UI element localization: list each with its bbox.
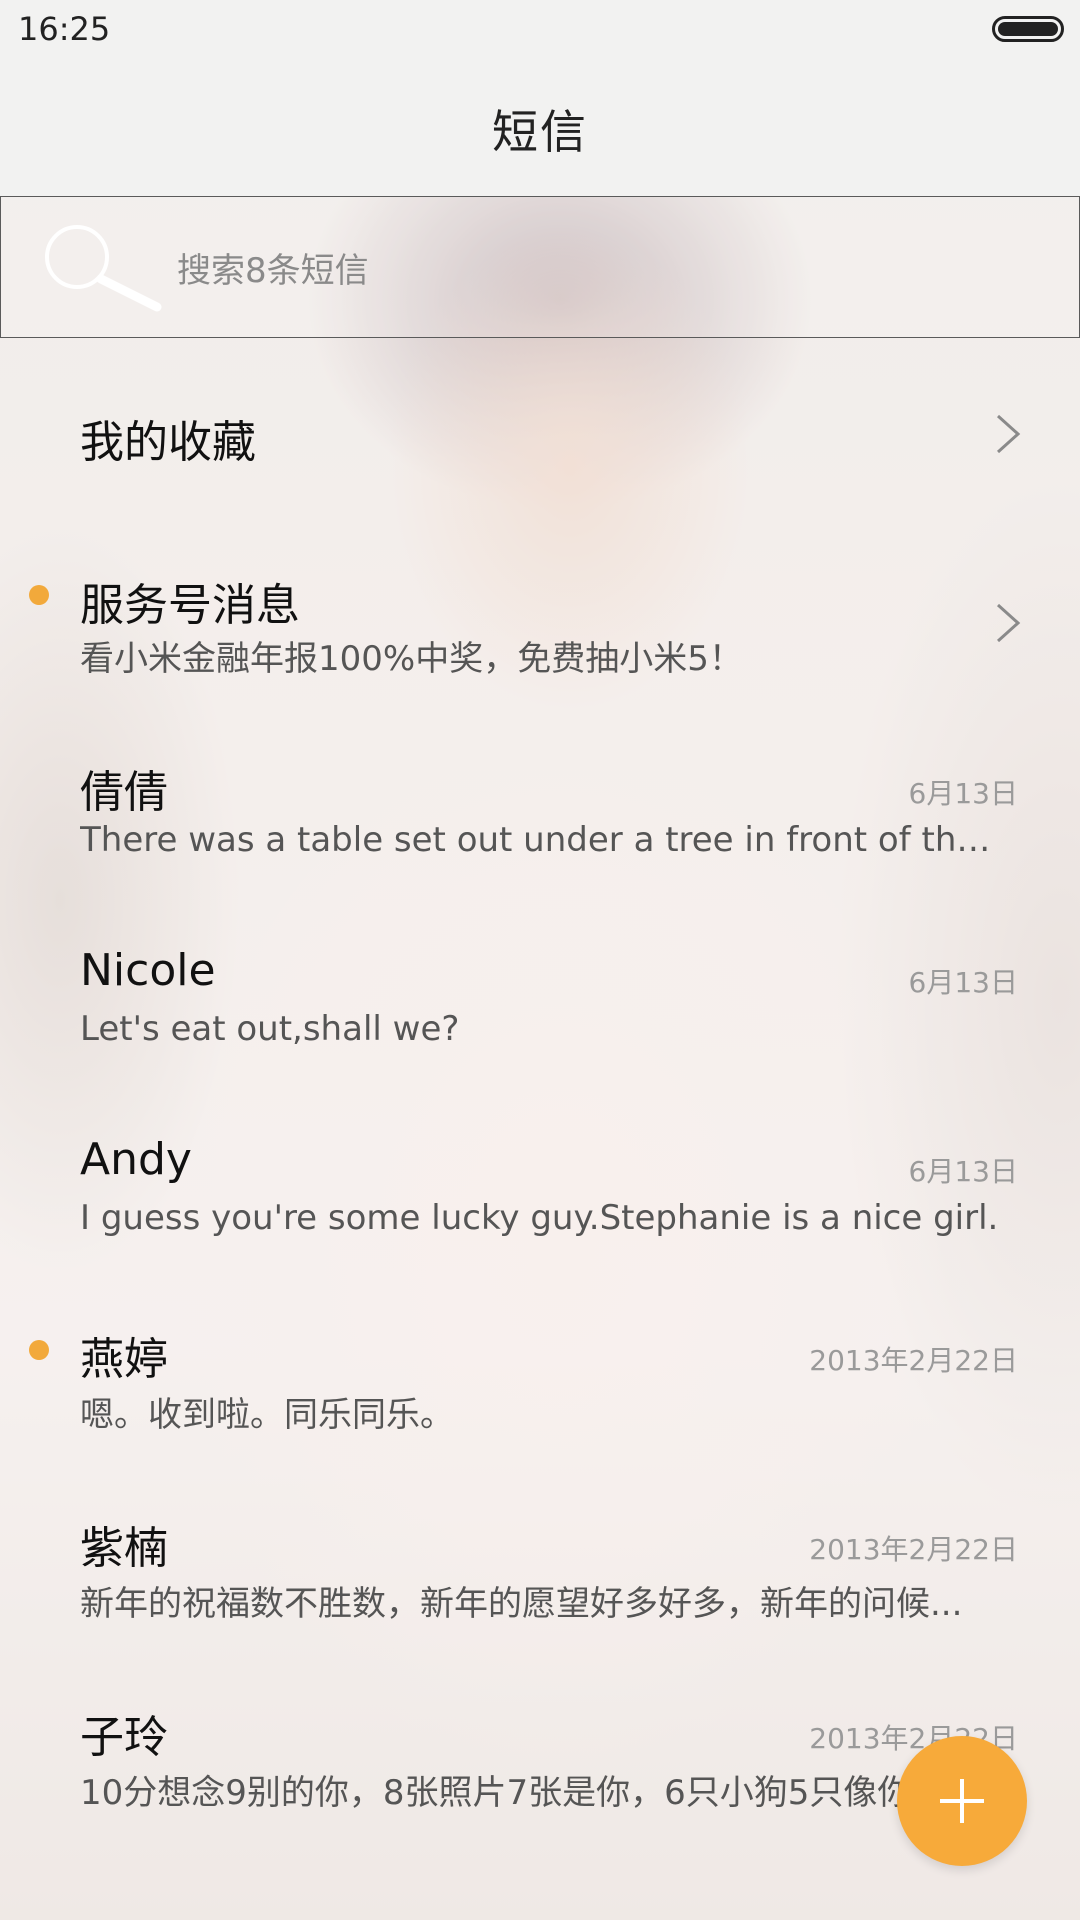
conversation-preview: 看小米金融年报100%中奖，免费抽小米5！ <box>80 639 743 679</box>
conversation-list: 我的收藏 服务号消息 看小米金融年报100%中奖，免费抽小米5！ 倩倩 6月13… <box>0 338 1080 1850</box>
unread-dot <box>29 585 49 605</box>
list-item[interactable]: 紫楠 2013年2月22日 新年的祝福数不胜数，新年的愿望好多好多，新年的问候.… <box>0 1472 1080 1661</box>
list-item[interactable]: Nicole 6月13日 Let's eat out,shall we? <box>0 905 1080 1094</box>
conversation-name: 服务号消息 <box>80 580 300 631</box>
list-item[interactable]: 燕婷 2013年2月22日 嗯。收到啦。同乐同乐。 <box>0 1283 1080 1472</box>
conversation-date: 2013年2月22日 <box>809 1344 1018 1377</box>
unread-dot <box>29 1340 49 1360</box>
list-item-service-messages[interactable]: 服务号消息 看小米金融年报100%中奖，免费抽小米5！ <box>0 527 1080 716</box>
conversation-name: 倩倩 <box>80 767 168 818</box>
list-item-favorites[interactable]: 我的收藏 <box>0 338 1080 527</box>
conversation-name: 紫楠 <box>80 1523 168 1574</box>
title-bar: 短信 <box>0 62 1080 196</box>
conversation-preview: 新年的祝福数不胜数，新年的愿望好多好多，新年的问候... <box>80 1584 963 1624</box>
status-bar: 16:25 <box>0 0 1080 62</box>
conversation-preview: 10分想念9别的你，8张照片7张是你，6只小狗5只像你 <box>80 1773 912 1813</box>
chevron-right-icon <box>996 603 1021 643</box>
conversation-preview: There was a table set out under a tree i… <box>80 820 1010 860</box>
list-item[interactable]: 倩倩 6月13日 There was a table set out under… <box>0 716 1080 905</box>
conversation-date: 6月13日 <box>908 1155 1018 1188</box>
conversation-date: 2013年2月22日 <box>809 1533 1018 1566</box>
battery-icon <box>992 16 1064 42</box>
search-placeholder: 搜索8条短信 <box>177 251 369 291</box>
conversation-name: 我的收藏 <box>80 417 256 468</box>
list-item[interactable]: Andy 6月13日 I guess you're some lucky guy… <box>0 1094 1080 1283</box>
conversation-preview: Let's eat out,shall we? <box>80 1009 460 1049</box>
conversation-preview: I guess you're some lucky guy.Stephanie … <box>80 1198 999 1238</box>
conversation-name: Nicole <box>80 945 216 996</box>
page-title: 短信 <box>492 105 588 159</box>
conversation-date: 6月13日 <box>908 966 1018 999</box>
conversation-preview: 嗯。收到啦。同乐同乐。 <box>80 1395 454 1435</box>
search-input[interactable]: 搜索8条短信 <box>0 196 1080 338</box>
status-time: 16:25 <box>18 10 111 48</box>
new-message-button[interactable] <box>897 1736 1027 1866</box>
conversation-name: 燕婷 <box>80 1334 168 1385</box>
plus-icon <box>940 1779 984 1823</box>
conversation-date: 6月13日 <box>908 777 1018 810</box>
conversation-name: Andy <box>80 1134 192 1185</box>
search-icon <box>45 225 162 312</box>
chevron-right-icon <box>996 414 1021 454</box>
conversation-name: 子玲 <box>80 1712 168 1763</box>
